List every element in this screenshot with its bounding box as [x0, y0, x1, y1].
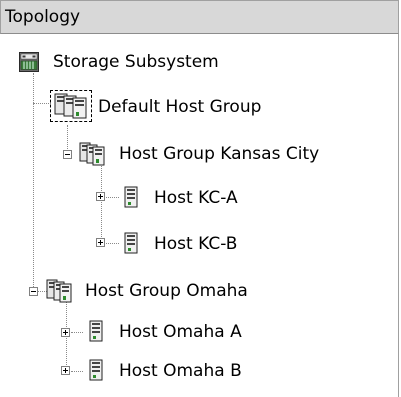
- storage-subsystem-icon: [19, 52, 39, 76]
- expand-icon[interactable]: [61, 366, 70, 375]
- tree-node-default-host-group[interactable]: Default Host Group: [50, 90, 310, 122]
- collapse-icon[interactable]: [29, 287, 38, 296]
- topology-title: Topology: [5, 7, 81, 27]
- host-group-icon: [79, 142, 105, 170]
- expand-icon[interactable]: [96, 238, 105, 247]
- tree-node-storage-subsystem[interactable]: Storage Subsystem: [0, 50, 260, 76]
- tree-node-label: Host KC-B: [154, 234, 238, 254]
- expand-icon[interactable]: [61, 328, 70, 337]
- collapse-icon[interactable]: [63, 150, 72, 159]
- tree-node-label: Host Group Kansas City: [119, 144, 320, 164]
- host-group-icon: [46, 279, 72, 307]
- tree-node-label: Storage Subsystem: [53, 52, 219, 72]
- tree-node-label: Host KC-A: [154, 188, 238, 208]
- tree-node-label: Host Omaha B: [119, 361, 242, 381]
- tree-node-host-group-kansas-city[interactable]: Host Group Kansas City: [0, 142, 360, 168]
- topology-panel: Topology Storage Subsystem Default Host …: [0, 0, 399, 397]
- host-icon: [89, 359, 103, 385]
- tree-connector: [33, 103, 51, 104]
- tree-node-host-omaha-b[interactable]: Host Omaha B: [0, 358, 320, 384]
- host-group-icon: [54, 93, 88, 123]
- tree-node-host-omaha-a[interactable]: Host Omaha A: [0, 319, 320, 345]
- tree-node-host-kc-b[interactable]: Host KC-B: [0, 232, 300, 258]
- host-icon: [124, 186, 138, 212]
- tree-connector: [33, 73, 34, 291]
- tree-node-host-kc-a[interactable]: Host KC-A: [0, 186, 300, 212]
- topology-tree[interactable]: Storage Subsystem Default Host Group Hos…: [0, 34, 399, 397]
- tree-node-label: Host Omaha A: [119, 322, 242, 342]
- tree-node-label: Default Host Group: [98, 97, 262, 117]
- tree-node-host-group-omaha[interactable]: Host Group Omaha: [0, 278, 320, 304]
- topology-header: Topology: [0, 0, 399, 34]
- host-icon: [89, 320, 103, 346]
- tree-node-label: Host Group Omaha: [85, 281, 248, 301]
- expand-icon[interactable]: [96, 192, 105, 201]
- host-icon: [124, 232, 138, 258]
